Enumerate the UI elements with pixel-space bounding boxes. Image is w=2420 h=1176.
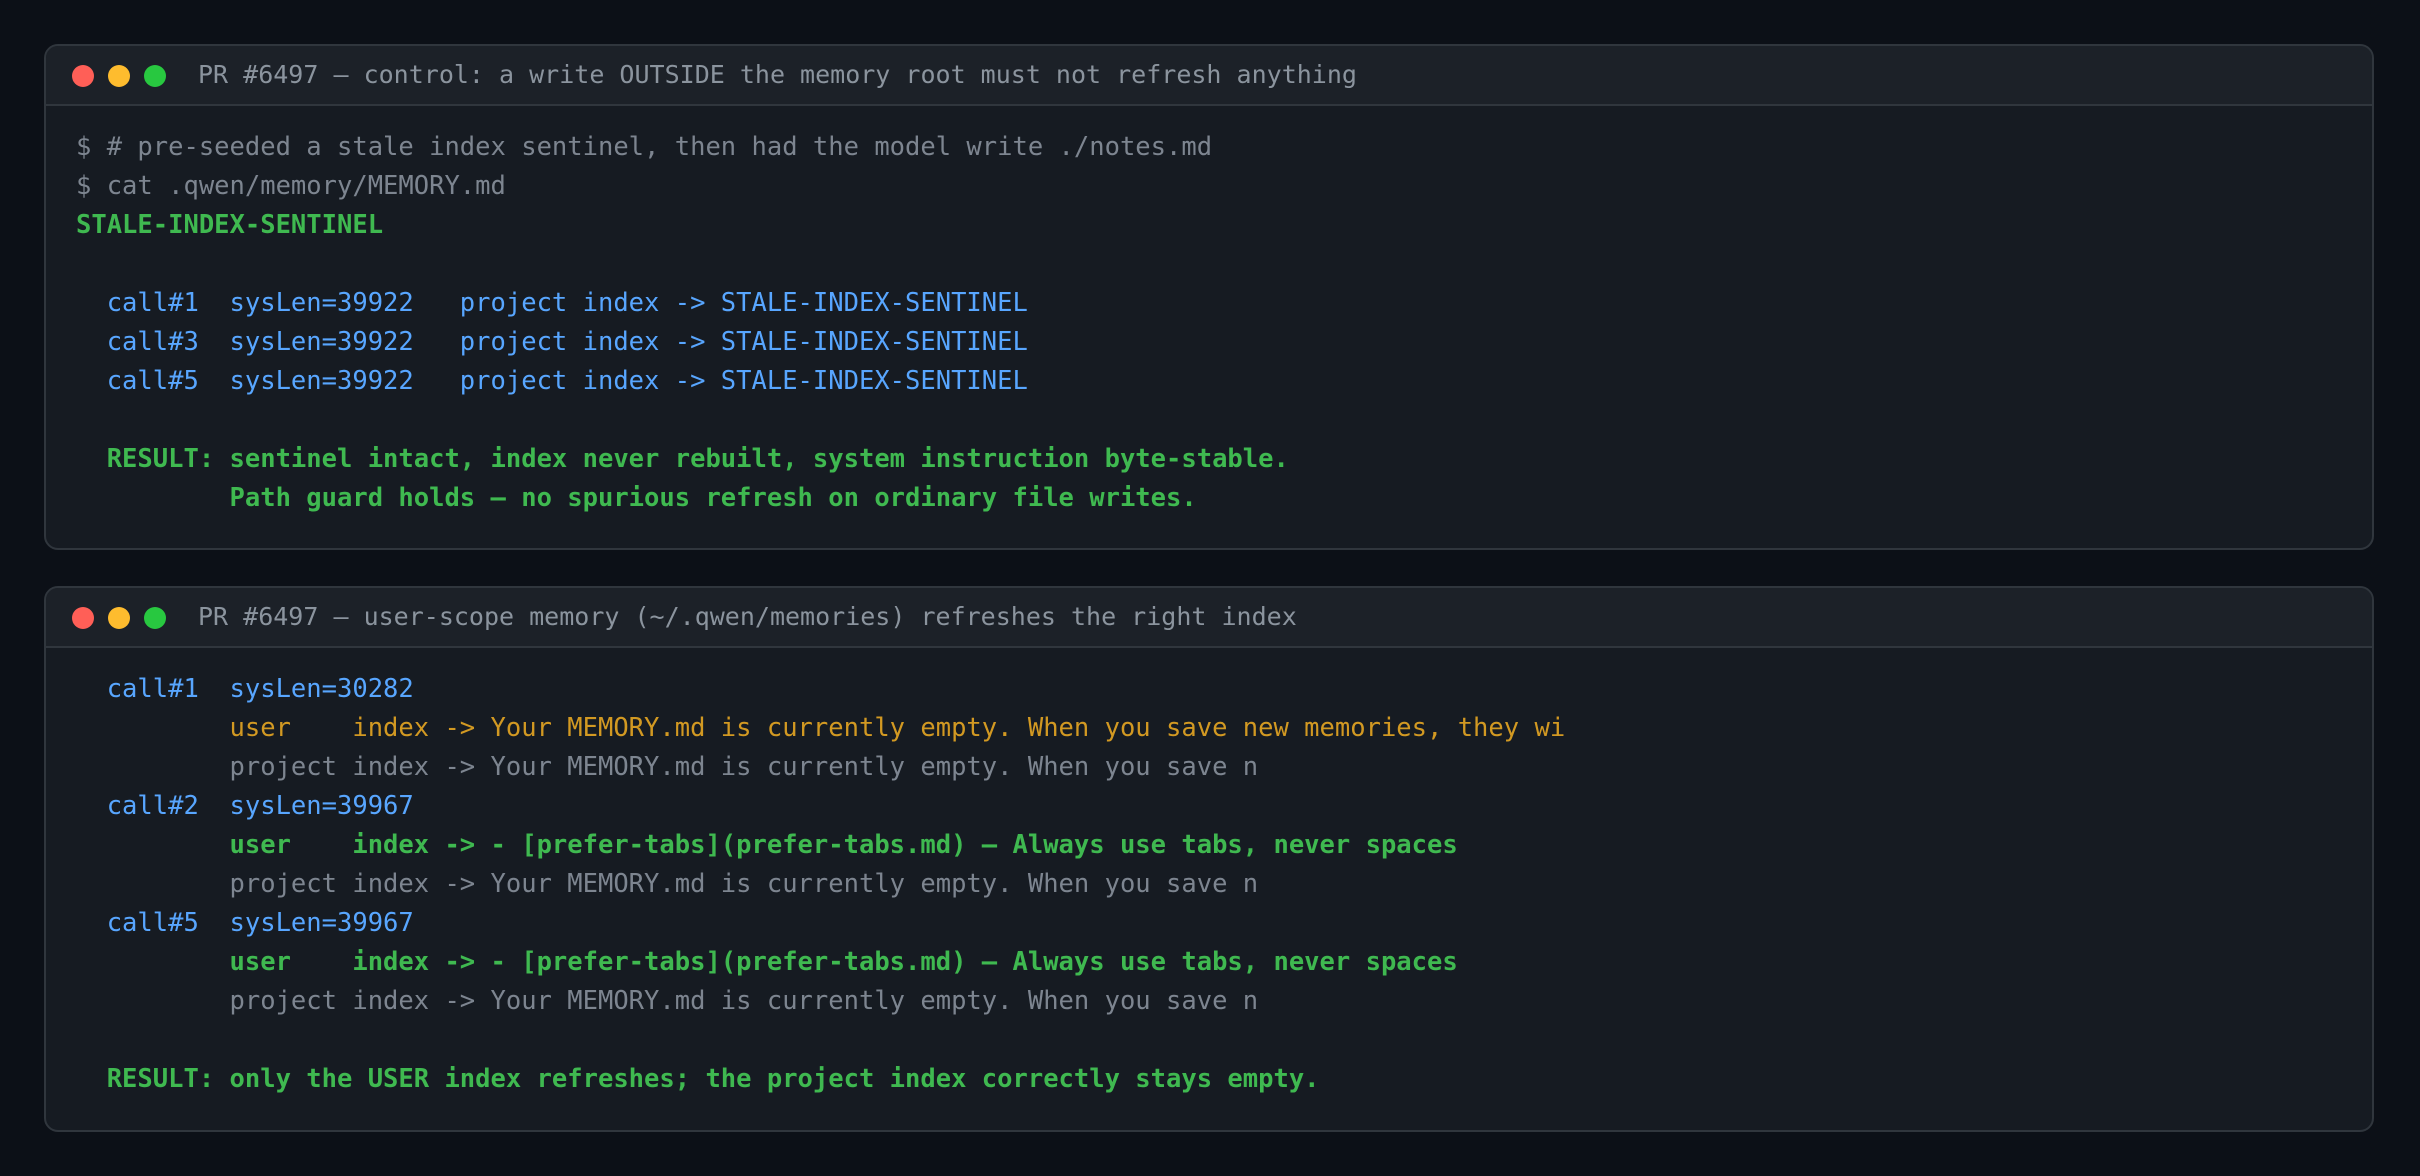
terminal-titlebar: PR #6497 — user-scope memory (~/.qwen/me… [46,588,2372,648]
output-line: call#2 sysLen=39967 [76,791,414,821]
terminal-title: PR #6497 — user-scope memory (~/.qwen/me… [198,602,1297,631]
maximize-window-button[interactable] [144,65,166,87]
output-line: call#1 sysLen=30282 [76,674,414,704]
result-line: Path guard holds — no spurious refresh o… [76,483,1197,513]
result-line: RESULT: sentinel intact, index never reb… [76,444,1289,474]
result-line: RESULT: only the USER index refreshes; t… [76,1064,1320,1094]
close-window-button[interactable] [72,607,94,629]
output-line: call#3 sysLen=39922 project index -> STA… [76,327,1028,357]
output-line: $ # pre-seeded a stale index sentinel, t… [76,132,1213,162]
terminal-output: call#1 sysLen=30282 user index -> Your M… [46,648,2372,1099]
output-line: call#5 sysLen=39967 [76,908,414,938]
terminal-window-control: PR #6497 — control: a write OUTSIDE the … [44,44,2374,550]
output-line: call#5 sysLen=39922 project index -> STA… [76,366,1028,396]
terminal-window-user-scope: PR #6497 — user-scope memory (~/.qwen/me… [44,586,2374,1132]
output-line: project index -> Your MEMORY.md is curre… [76,986,1259,1016]
minimize-window-button[interactable] [108,65,130,87]
minimize-window-button[interactable] [108,607,130,629]
output-line: user index -> - [prefer-tabs](prefer-tab… [76,830,1458,860]
terminal-titlebar: PR #6497 — control: a write OUTSIDE the … [46,46,2372,106]
maximize-window-button[interactable] [144,607,166,629]
output-line: call#1 sysLen=39922 project index -> STA… [76,288,1028,318]
terminal-title: PR #6497 — control: a write OUTSIDE the … [198,60,1357,89]
terminal-output: $ # pre-seeded a stale index sentinel, t… [46,106,2372,518]
output-line: user index -> Your MEMORY.md is currentl… [76,713,1566,743]
output-line: STALE-INDEX-SENTINEL [76,210,384,240]
close-window-button[interactable] [72,65,94,87]
output-line: project index -> Your MEMORY.md is curre… [76,869,1259,899]
output-line: user index -> - [prefer-tabs](prefer-tab… [76,947,1458,977]
output-line: $ cat .qwen/memory/MEMORY.md [76,171,506,201]
output-line: project index -> Your MEMORY.md is curre… [76,752,1259,782]
